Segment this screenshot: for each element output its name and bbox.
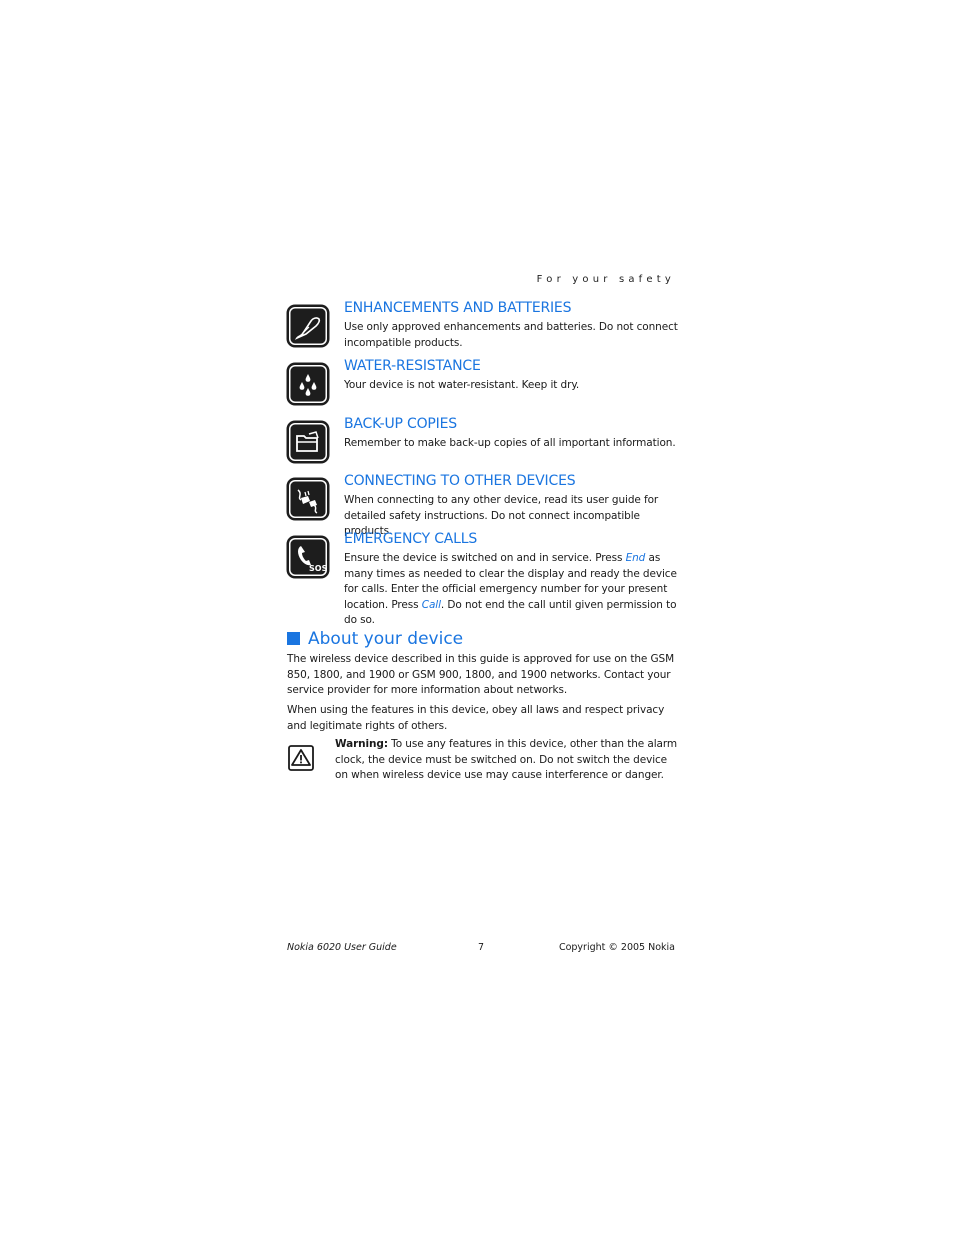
softkey-end: End [625,552,646,564]
text-part: Ensure the device is switched on and in … [344,552,626,564]
warning-note: Warning: To use any features in this dev… [335,737,680,784]
section-heading: About your device [287,629,463,649]
footer-guide-title: Nokia 6020 User Guide [287,942,397,953]
safety-item-emergency-calls: SOS EMERGENCY CALLS Ensure the device is… [287,531,687,626]
safety-item-water-resistance: WATER-RESISTANCE Your device is not wate… [287,358,687,408]
about-paragraph-2: When using the features in this device, … [287,704,665,732]
safety-item-backup-copies: BACK-UP COPIES Remember to make back-up … [287,416,687,466]
connecting-plugs-icon [289,480,327,518]
enhancement-plug-icon [289,307,327,345]
warning-icon [288,745,314,771]
safety-item-connecting: CONNECTING TO OTHER DEVICES When connect… [287,473,687,537]
svg-text:SOS: SOS [309,564,327,573]
footer-copyright: Copyright © 2005 Nokia [558,942,675,953]
item-text: Ensure the device is switched on and in … [344,551,684,629]
item-text: Remember to make back-up copies of all i… [344,437,676,449]
item-title: CONNECTING TO OTHER DEVICES [344,473,576,489]
safety-item-enhancements: ENHANCEMENTS AND BATTERIES Use only appr… [287,300,687,350]
about-paragraph-1: The wireless device described in this gu… [287,653,675,697]
item-title: EMERGENCY CALLS [344,531,478,547]
item-text: Your device is not water-resistant. Keep… [344,379,580,391]
sos-phone-icon: SOS [289,538,327,576]
item-text: Use only approved enhancements and batte… [344,321,678,349]
section-title-text: About your device [308,629,464,649]
item-title: BACK-UP COPIES [344,416,457,432]
folder-backup-icon [289,423,327,461]
softkey-call: Call [421,598,441,611]
water-drops-icon [289,365,327,403]
heading-square-icon [287,632,300,645]
item-title: WATER-RESISTANCE [344,358,481,374]
warning-label: Warning: [335,738,388,750]
page-number: 7 [478,942,485,953]
running-header: For your safety [536,274,675,285]
item-title: ENHANCEMENTS AND BATTERIES [344,300,572,316]
